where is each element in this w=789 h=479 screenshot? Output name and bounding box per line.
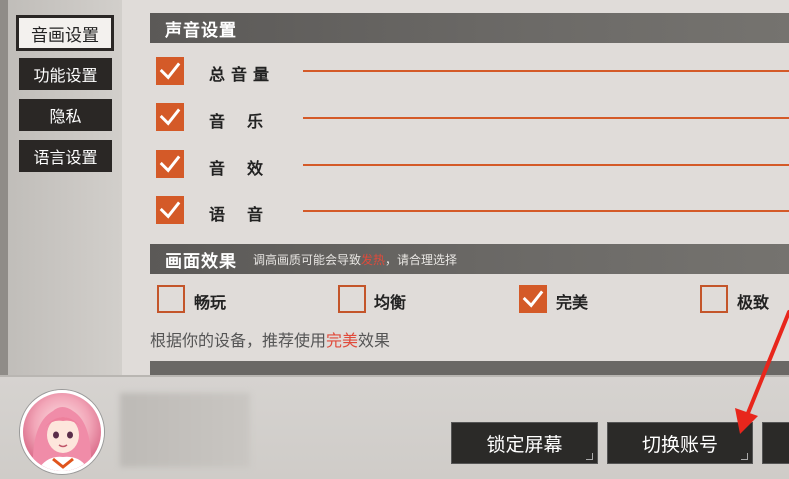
sidebar-edge [0,0,8,375]
lock-screen-button[interactable]: 锁定屏幕 [451,422,598,464]
music-volume-slider[interactable] [303,117,789,119]
quality-hint-prefix: 调高画质可能会导致 [253,252,362,267]
sound-effects-slider[interactable] [303,164,789,166]
voice-checkbox[interactable] [156,196,184,224]
switch-account-label: 切换账号 [641,433,718,456]
settings-content [122,0,789,375]
check-icon [159,155,181,173]
recommend-suffix: 效果 [358,331,391,350]
quality-smooth-checkbox[interactable] [157,285,185,313]
voice-label: 语音 [209,205,286,224]
corner-icon [586,453,593,460]
character-portrait-icon [32,407,92,471]
tab-privacy[interactable]: 隐私 [19,99,112,131]
master-volume-slider[interactable] [303,70,789,72]
sound-section-header: 声音设置 [150,13,789,43]
voice-volume-slider[interactable] [303,210,789,212]
settings-sidebar [0,0,124,375]
quality-perfect-label: 完美 [556,293,589,312]
tab-audio-visual[interactable]: 音画设置 [16,15,114,51]
recommend-value: 完美 [326,331,359,350]
recommendation-text: 根据你的设备，推荐使用完美效果 [150,327,390,351]
quality-hint-suffix: ，请合理选择 [385,252,458,267]
quality-perfect-checkbox[interactable] [519,285,547,313]
sound-section-title: 声音设置 [165,20,237,41]
music-checkbox[interactable] [156,103,184,131]
tab-function[interactable]: 功能设置 [19,58,112,90]
sound-effects-label: 音效 [209,159,286,178]
quality-ultimate-label: 极致 [737,293,770,312]
check-icon [159,62,181,80]
player-name-blurred [120,393,250,467]
sound-effects-checkbox[interactable] [156,150,184,178]
music-label: 音乐 [209,112,286,131]
master-volume-checkbox[interactable] [156,57,184,85]
next-section-header [150,361,789,375]
check-icon [159,108,181,126]
quality-balanced-checkbox[interactable] [338,285,366,313]
check-icon [159,201,181,219]
quality-hint-warn: 发热 [361,252,386,267]
tab-language[interactable]: 语言设置 [19,140,112,172]
quality-section-title: 画面效果 [165,251,237,272]
quality-ultimate-checkbox[interactable] [700,285,728,313]
recommend-prefix: 根据你的设备，推荐使用 [150,331,327,350]
more-button[interactable] [762,422,789,464]
player-avatar[interactable] [20,390,104,474]
quality-smooth-label: 畅玩 [194,293,227,312]
switch-account-button[interactable]: 切换账号 [607,422,753,464]
quality-balanced-label: 均衡 [374,293,407,312]
check-icon [522,290,544,308]
quality-section-header: 画面效果 调高画质可能会导致发热，请合理选择 [150,244,789,274]
master-volume-label: 总音量 [209,65,276,84]
lock-screen-label: 锁定屏幕 [486,433,563,456]
corner-icon [741,453,748,460]
quality-hint: 调高画质可能会导致发热，请合理选择 [253,251,457,268]
